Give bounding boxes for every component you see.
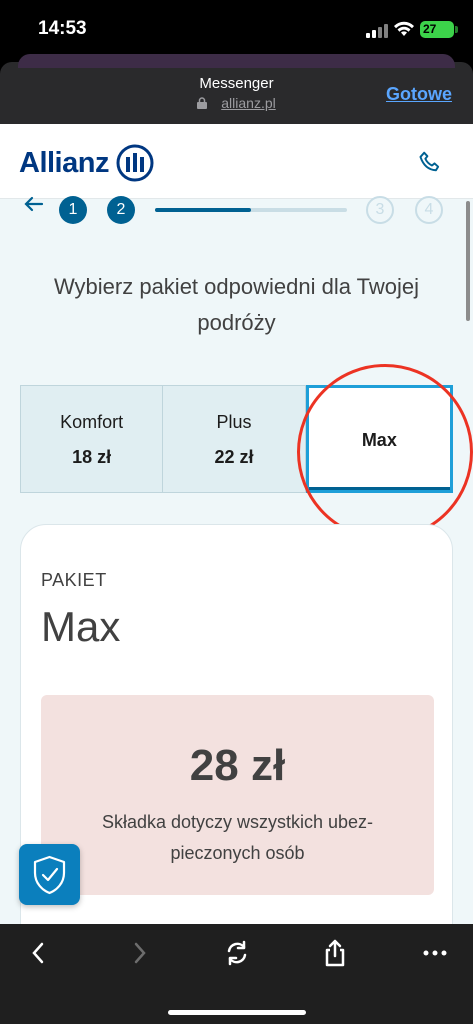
security-badge-button[interactable] (19, 844, 80, 905)
web-page[interactable]: Allianz 1 2 3 4 Wybierz pakiet odpowiedn… (0, 124, 473, 924)
shield-check-icon (33, 855, 66, 895)
package-tab-komfort[interactable]: Komfort 18 zł (20, 385, 164, 493)
status-time: 14:53 (38, 18, 87, 39)
price-description: Składka dotyczy wszystkich ubez-pieczony… (101, 812, 374, 863)
site-header: Allianz (0, 124, 473, 199)
share-icon[interactable] (320, 938, 350, 968)
progress-track (155, 208, 347, 212)
back-arrow-icon[interactable] (22, 194, 44, 214)
allianz-eagle-icon (116, 144, 154, 182)
refresh-icon[interactable] (222, 938, 252, 968)
page-headline: Wybierz pakiet odpowiedni dla Twojej pod… (53, 274, 420, 335)
card-label: PAKIET (41, 570, 107, 590)
chevron-right-icon[interactable] (124, 938, 154, 968)
chevron-left-icon[interactable] (24, 938, 54, 968)
battery-indicator: 27 (420, 21, 458, 38)
price-value: 28 zł (189, 741, 286, 790)
package-card: PAKIET Max 28 zł Składka dotyczy wszystk… (20, 524, 453, 924)
package-tab-plus[interactable]: Plus 22 zł (163, 385, 306, 493)
browser-header: Messenger allianz.pl Gotowe (0, 54, 473, 124)
step-4: 4 (415, 196, 443, 224)
package-price: 22 zł (214, 447, 254, 467)
browser-toolbar (0, 924, 473, 1024)
url-text: allianz.pl (221, 95, 276, 111)
annotation-circle (297, 364, 473, 540)
status-bar: 14:53 27 (0, 0, 473, 62)
price-box: 28 zł Składka dotyczy wszystkich ubez-pi… (41, 695, 434, 895)
done-button[interactable]: Gotowe (386, 84, 452, 105)
card-title: Max (41, 603, 121, 650)
lock-icon (197, 97, 208, 109)
phone-icon[interactable] (417, 150, 443, 176)
package-name: Komfort (60, 412, 124, 432)
step-2: 2 (107, 196, 135, 224)
package-name: Plus (216, 412, 252, 432)
signal-icon (366, 24, 388, 38)
step-progress: 1 2 3 4 (0, 194, 473, 234)
background-tab (18, 54, 455, 68)
logo-text: Allianz (19, 146, 109, 179)
battery-level: 27 (423, 22, 437, 36)
more-icon[interactable] (420, 938, 450, 968)
step-3: 3 (366, 196, 394, 224)
allianz-logo[interactable]: Allianz (19, 144, 154, 182)
progress-fill (155, 208, 251, 212)
home-indicator[interactable] (168, 1010, 306, 1015)
package-price: 18 zł (72, 447, 112, 467)
step-1: 1 (59, 196, 87, 224)
wifi-icon (394, 21, 414, 36)
